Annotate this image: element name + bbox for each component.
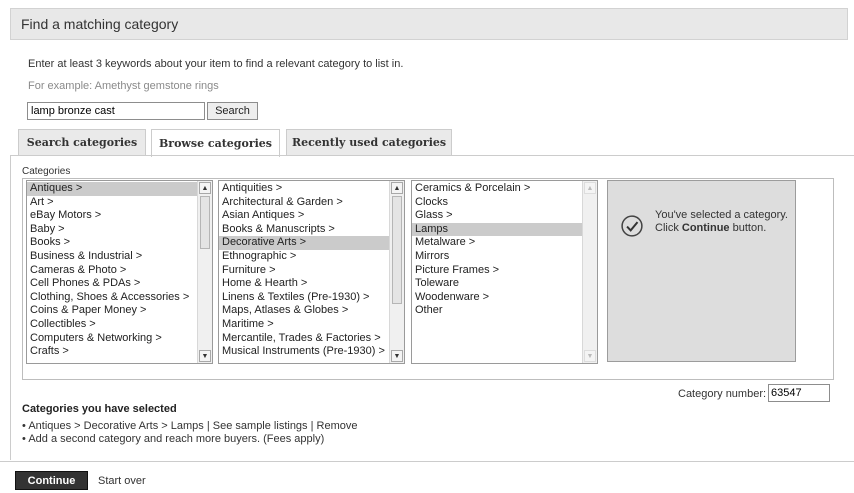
list-item[interactable]: Furniture > (219, 264, 404, 278)
list-item[interactable]: Computers & Networking > (27, 332, 212, 346)
scrollbar-thumb[interactable] (392, 196, 402, 304)
list-item[interactable]: Antiques > (27, 182, 212, 196)
tab-search-categories[interactable]: Search categories (18, 129, 146, 155)
scroll-up-icon[interactable]: ▲ (199, 182, 211, 194)
scroll-down-icon[interactable]: ▼ (391, 350, 403, 362)
categories-label: Categories (22, 166, 71, 177)
selected-category-path: Antiques > Decorative Arts > Lamps (28, 420, 204, 432)
list-item[interactable]: Cameras & Photo > (27, 264, 212, 278)
checkmark-icon (621, 215, 643, 237)
category-number-input[interactable] (768, 384, 830, 402)
list-item[interactable]: Baby > (27, 223, 212, 237)
add-second-category-row: • Add a second category and reach more b… (22, 433, 324, 445)
category-list-level-2[interactable]: Antiquities > Architectural & Garden > A… (218, 180, 405, 364)
selected-category-row: • Antiques > Decorative Arts > Lamps | S… (22, 420, 358, 432)
selected-categories-title: Categories you have selected (22, 403, 177, 415)
list-item[interactable]: Business & Industrial > (27, 250, 212, 264)
list-item[interactable]: Other (412, 304, 597, 318)
scrollbar: ▲ ▼ (582, 181, 597, 363)
list-item[interactable]: Coins & Paper Money > (27, 304, 212, 318)
tab-recently-used-categories[interactable]: Recently used categories (286, 129, 452, 155)
footer-divider (0, 461, 854, 462)
selection-confirmation-panel: You've selected a category. Click Contin… (607, 180, 796, 362)
scroll-down-icon: ▼ (584, 350, 596, 362)
list-item[interactable]: Decorative Arts > (219, 236, 404, 250)
list-item[interactable]: Mercantile, Trades & Factories > (219, 332, 404, 346)
list-item[interactable]: Metalware > (412, 236, 597, 250)
list-item[interactable]: Linens & Textiles (Pre-1930) > (219, 291, 404, 305)
list-item[interactable]: Art > (27, 196, 212, 210)
scroll-up-icon: ▲ (584, 182, 596, 194)
tab-divider (10, 155, 854, 156)
scroll-up-icon[interactable]: ▲ (391, 182, 403, 194)
list-item[interactable]: Clocks (412, 196, 597, 210)
list-item[interactable]: Woodenware > (412, 291, 597, 305)
list-item[interactable]: Cell Phones & PDAs > (27, 277, 212, 291)
selection-message-suffix: button. (729, 221, 767, 234)
scrollbar-thumb[interactable] (200, 196, 210, 249)
list-item[interactable]: Toleware (412, 277, 597, 291)
list-item[interactable]: Clothing, Shoes & Accessories > (27, 291, 212, 305)
list-item[interactable]: Mirrors (412, 250, 597, 264)
remove-link[interactable]: Remove (317, 420, 358, 432)
selection-message: You've selected a category. Click Contin… (655, 209, 795, 234)
scroll-down-icon[interactable]: ▼ (199, 350, 211, 362)
search-button[interactable]: Search (207, 102, 258, 120)
list-item[interactable]: Maps, Atlases & Globes > (219, 304, 404, 318)
bullet-dot: • (22, 420, 26, 432)
list-item[interactable]: Asian Antiques > (219, 209, 404, 223)
list-item[interactable]: Crafts > (27, 345, 212, 359)
list-item[interactable]: Architectural & Garden > (219, 196, 404, 210)
instruction-text: Enter at least 3 keywords about your ite… (28, 58, 404, 70)
continue-button[interactable]: Continue (15, 471, 88, 490)
list-item[interactable]: Picture Frames > (412, 264, 597, 278)
list-item[interactable]: Home & Hearth > (219, 277, 404, 291)
list-item[interactable]: Books > (27, 236, 212, 250)
category-list-level-3[interactable]: Ceramics & Porcelain > Clocks Glass > La… (411, 180, 598, 364)
page-title: Find a matching category (21, 16, 179, 32)
scrollbar[interactable]: ▲ ▼ (197, 181, 212, 363)
list-item[interactable]: Antiquities > (219, 182, 404, 196)
bullet-dot: • (22, 433, 26, 445)
list-item[interactable]: Glass > (412, 209, 597, 223)
list-item[interactable]: Lamps (412, 222, 597, 237)
list-item[interactable]: Collectibles > (27, 318, 212, 332)
panel-left-border (10, 155, 11, 460)
separator: | (310, 420, 314, 432)
example-text: For example: Amethyst gemstone rings (28, 80, 219, 92)
page-header: Find a matching category (10, 8, 848, 40)
selection-message-continue: Continue (681, 221, 730, 234)
keyword-search-input[interactable] (27, 102, 205, 120)
list-item[interactable]: Maritime > (219, 318, 404, 332)
list-item[interactable]: Ceramics & Porcelain > (412, 182, 597, 196)
list-item[interactable]: Books & Manuscripts > (219, 223, 404, 237)
list-item[interactable]: Ethnographic > (219, 250, 404, 264)
category-number-label: Category number: (678, 388, 767, 400)
separator: | (206, 420, 210, 432)
start-over-link[interactable]: Start over (98, 475, 146, 487)
list-item[interactable]: Musical Instruments (Pre-1930) > (219, 345, 404, 359)
add-second-category-link[interactable]: Add a second category and reach more buy… (28, 433, 324, 445)
tab-browse-categories[interactable]: Browse categories (151, 129, 280, 157)
scrollbar[interactable]: ▲ ▼ (389, 181, 404, 363)
category-list-level-1[interactable]: Antiques > Art > eBay Motors > Baby > Bo… (26, 180, 213, 364)
list-item[interactable]: eBay Motors > (27, 209, 212, 223)
see-sample-listings-link[interactable]: See sample listings (213, 420, 308, 432)
